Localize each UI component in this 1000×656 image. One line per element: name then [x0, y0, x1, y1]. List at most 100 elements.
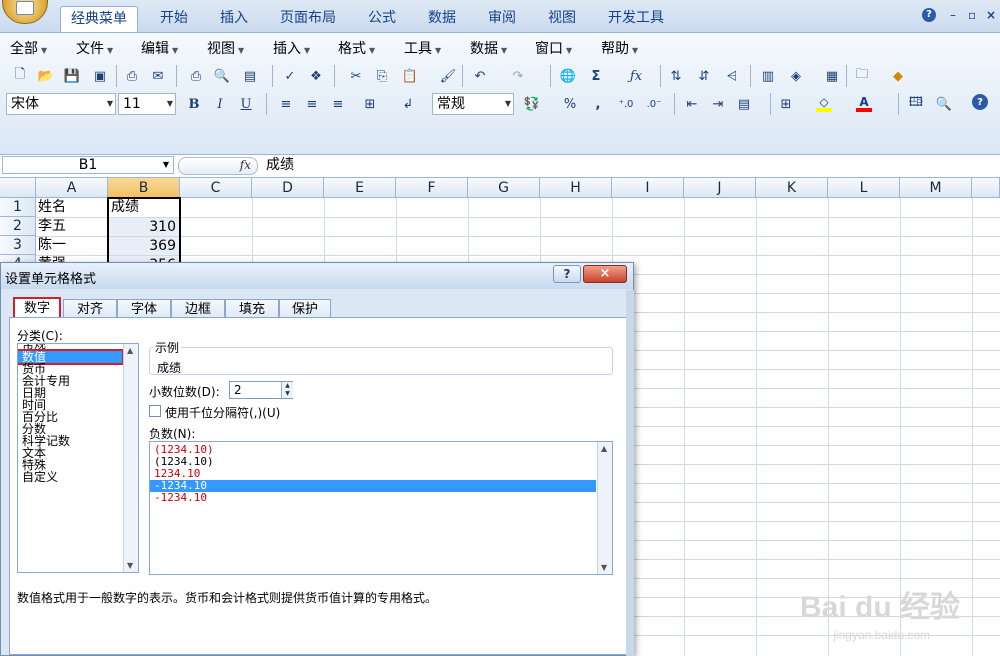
menu-file[interactable]: 文件 ▼ — [76, 39, 113, 59]
bold-button[interactable]: B — [184, 94, 204, 114]
font-size-combo[interactable]: 11 ▼ — [118, 93, 176, 115]
menu-tools[interactable]: 工具 ▼ — [404, 39, 441, 59]
hyperlink-icon[interactable]: 🌐 — [558, 66, 578, 86]
align-center-icon[interactable]: ≡ — [302, 94, 322, 114]
decrease-indent-icon[interactable]: ⇤ — [682, 94, 702, 114]
open-folder-icon[interactable]: 📂 — [36, 66, 56, 86]
currency-icon[interactable]: 💱 — [522, 94, 542, 114]
tab-home[interactable]: 开始 — [150, 6, 198, 32]
italic-button[interactable]: I — [210, 94, 230, 114]
column-header-h[interactable]: H — [540, 178, 612, 198]
redo-icon[interactable]: ↷ — [508, 66, 528, 86]
filter-icon[interactable]: ⩤ — [722, 66, 742, 86]
increase-indent-icon[interactable]: ⇥ — [708, 94, 728, 114]
column-header-j[interactable]: J — [684, 178, 756, 198]
select-all-corner[interactable] — [0, 178, 36, 198]
research-icon[interactable]: ❖ — [306, 66, 326, 86]
column-header-b[interactable]: B — [108, 178, 180, 198]
font-color-icon[interactable]: A — [854, 94, 874, 114]
menu-all[interactable]: 全部 ▼ — [10, 39, 47, 59]
category-item[interactable]: 常规 — [22, 344, 46, 350]
page-setup-icon[interactable]: ▤ — [240, 66, 260, 86]
menu-view[interactable]: 视图 ▼ — [207, 39, 244, 59]
spelling-icon[interactable]: ✓ — [280, 66, 300, 86]
category-item[interactable]: 自定义 — [22, 471, 58, 483]
row-header-2[interactable]: 2 — [0, 217, 36, 236]
align-right-icon[interactable]: ≡ — [328, 94, 348, 114]
new-file-icon[interactable]: 🗋 — [10, 66, 30, 86]
column-header-g[interactable]: G — [468, 178, 540, 198]
cell-a2[interactable]: 李五 — [38, 217, 106, 236]
sort-descending-icon[interactable]: ⇵ — [694, 66, 714, 86]
tab-formulas[interactable]: 公式 — [358, 6, 406, 32]
tab-data[interactable]: 数据 — [418, 6, 466, 32]
formula-input[interactable]: 成绩 — [266, 156, 294, 174]
tab-review[interactable]: 审阅 — [478, 6, 526, 32]
print-icon[interactable]: ⎙ — [186, 66, 206, 86]
insert-function-button[interactable]: fx — [178, 157, 258, 175]
folder-icon[interactable]: 🗀 — [852, 66, 872, 86]
grid-icon[interactable]: ▦ — [822, 66, 842, 86]
decrease-decimal-icon[interactable]: .0⁻ — [644, 94, 664, 114]
sort-ascending-icon[interactable]: ⇅ — [666, 66, 686, 86]
name-box[interactable]: B1 ▼ — [2, 156, 174, 174]
tab-view[interactable]: 视图 — [538, 6, 586, 32]
tab-page-layout[interactable]: 页面布局 — [270, 6, 346, 32]
print-preview-icon[interactable]: 🔍 — [212, 66, 232, 86]
tab-insert[interactable]: 插入 — [210, 6, 258, 32]
copy-icon[interactable]: ⎘ — [372, 66, 392, 86]
save-icon[interactable]: 💾 — [62, 66, 82, 86]
increase-decimal-icon[interactable]: ⁺.0 — [616, 94, 636, 114]
column-header-a[interactable]: A — [36, 178, 108, 198]
menu-data[interactable]: 数据 ▼ — [470, 39, 507, 59]
tab-protection[interactable]: 保护 — [279, 299, 331, 319]
tab-alignment[interactable]: 对齐 — [63, 299, 117, 319]
row-header-1[interactable]: 1 — [0, 198, 36, 217]
column-header-e[interactable]: E — [324, 178, 396, 198]
tab-classic-menu[interactable]: 经典菜单 — [60, 6, 138, 32]
macro-security-icon[interactable]: ◆ — [888, 66, 908, 86]
column-header-d[interactable]: D — [252, 178, 324, 198]
scroll-up-icon[interactable]: ▲ — [127, 346, 133, 355]
spin-up-icon[interactable]: ▲ — [282, 382, 293, 390]
column-header-n[interactable] — [972, 178, 1000, 198]
spin-down-icon[interactable]: ▼ — [282, 390, 293, 398]
tab-border[interactable]: 边框 — [171, 299, 225, 319]
category-list[interactable]: 常规 数值 货币 会计专用 日期 时间 百分比 分数 科学记数 文本 特殊 自定… — [17, 343, 139, 573]
help-icon[interactable]: ? — [922, 8, 936, 22]
negative-numbers-list[interactable]: (1234.10) (1234.10) 1234.10 -1234.10 -12… — [149, 441, 613, 575]
scroll-down-icon[interactable]: ▼ — [601, 563, 607, 572]
shapes-icon[interactable]: ◈ — [786, 66, 806, 86]
comma-style-icon[interactable]: , — [588, 94, 608, 114]
scroll-up-icon[interactable]: ▲ — [601, 444, 607, 453]
cell-format-icon[interactable]: ▤ — [734, 94, 754, 114]
menu-insert[interactable]: 插入 ▼ — [273, 39, 310, 59]
cut-icon[interactable]: ✂ — [346, 66, 366, 86]
insert-function-icon[interactable]: ƒx — [626, 66, 646, 86]
column-header-k[interactable]: K — [756, 178, 828, 198]
cell-a3[interactable]: 陈一 — [38, 236, 106, 255]
column-header-f[interactable]: F — [396, 178, 468, 198]
negative-option[interactable]: -1234.10 — [154, 492, 207, 504]
undo-icon[interactable]: ↶ — [470, 66, 490, 86]
decimal-places-spinner[interactable]: ▲ ▼ — [281, 382, 293, 398]
tab-number[interactable]: 数字 — [13, 297, 61, 319]
cell-a1[interactable]: 姓名 — [38, 198, 106, 217]
menu-edit[interactable]: 编辑 ▼ — [141, 39, 178, 59]
font-name-combo[interactable]: 宋体 ▼ — [6, 93, 116, 115]
close-icon[interactable]: × — [986, 8, 996, 22]
tab-font[interactable]: 字体 — [117, 299, 171, 319]
scroll-down-icon[interactable]: ▼ — [127, 561, 133, 570]
align-left-icon[interactable]: ≡ — [276, 94, 296, 114]
negative-option-selected[interactable]: -1234.10 — [150, 480, 596, 492]
column-header-l[interactable]: L — [828, 178, 900, 198]
thousands-separator-checkbox[interactable] — [149, 405, 161, 417]
chart-icon[interactable]: ▥ — [758, 66, 778, 86]
menu-help[interactable]: 帮助 ▼ — [601, 39, 638, 59]
negative-list-scrollbar[interactable]: ▲ ▼ — [597, 442, 612, 574]
autosum-icon[interactable]: Σ — [586, 66, 606, 86]
menu-window[interactable]: 窗口 ▼ — [535, 39, 572, 59]
export-icon[interactable]: ▣ — [90, 66, 110, 86]
column-header-m[interactable]: M — [900, 178, 972, 198]
row-header-3[interactable]: 3 — [0, 236, 36, 255]
